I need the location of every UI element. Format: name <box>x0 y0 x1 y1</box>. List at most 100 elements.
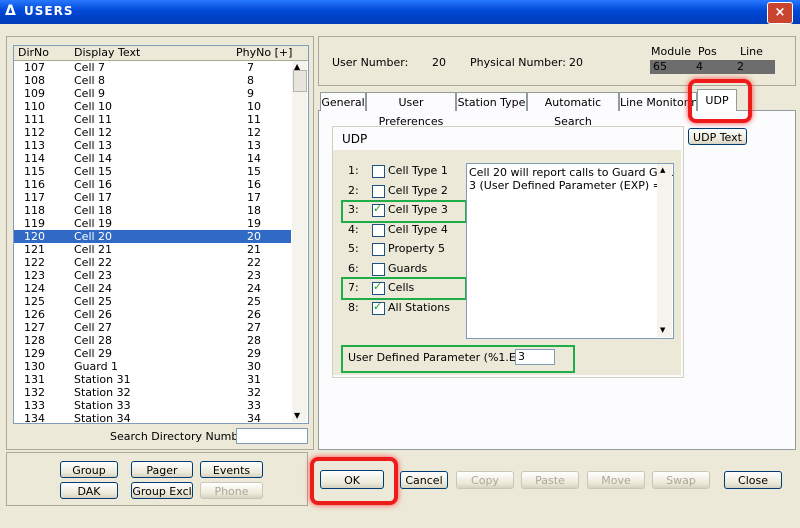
udp-item-label[interactable]: All Stations <box>388 301 450 314</box>
param-input[interactable]: 3 <box>515 349 555 365</box>
table-row[interactable]: 132 Station 32 32 <box>14 386 291 399</box>
paste-button[interactable]: Paste <box>521 471 579 489</box>
swap-button[interactable]: Swap <box>652 471 710 489</box>
header-dirno[interactable]: DirNo <box>18 46 49 59</box>
phone-button[interactable]: Phone <box>200 482 263 499</box>
cell-phyno: 19 <box>247 217 261 230</box>
ok-highlight <box>310 457 398 505</box>
udp-tab-highlight <box>688 79 752 123</box>
table-row[interactable]: 109 Cell 9 9 <box>14 87 291 100</box>
table-row[interactable]: 111 Cell 11 11 <box>14 113 291 126</box>
udp-checkbox[interactable] <box>372 262 385 276</box>
udp-checkbox[interactable] <box>372 165 385 178</box>
table-row[interactable]: 125 Cell 25 25 <box>14 295 291 308</box>
tab-automatic-search[interactable]: Automatic Search <box>527 92 619 128</box>
cell-phyno: 27 <box>247 321 261 334</box>
table-row[interactable]: 126 Cell 26 26 <box>14 308 291 321</box>
list-scrollbar[interactable]: ▲ ▼ <box>292 61 307 422</box>
udp-checkbox[interactable] <box>372 300 385 315</box>
cell-dirno: 122 <box>24 256 45 269</box>
pager-button[interactable]: Pager <box>131 461 193 478</box>
description-scrollbar[interactable]: ▲ ▼ <box>657 164 672 337</box>
tab-line-monitoring[interactable]: Line Monitoring <box>619 92 697 111</box>
table-row[interactable]: 112 Cell 12 12 <box>14 126 291 139</box>
cell-type-3-highlight <box>341 200 467 223</box>
cell-phyno: 11 <box>247 113 261 126</box>
table-row[interactable]: 122 Cell 22 22 <box>14 256 291 269</box>
cell-phyno: 20 <box>247 230 261 243</box>
module-value: 65 <box>650 60 693 74</box>
table-row[interactable]: 129 Cell 29 29 <box>14 347 291 360</box>
scroll-thumb[interactable] <box>293 70 307 92</box>
table-row[interactable]: 131 Station 31 31 <box>14 373 291 386</box>
table-row[interactable]: 123 Cell 23 23 <box>14 269 291 282</box>
cell-dirno: 127 <box>24 321 45 334</box>
cell-phyno: 8 <box>247 74 254 87</box>
udp-checkbox[interactable] <box>372 184 385 198</box>
cell-phyno: 28 <box>247 334 261 347</box>
table-row[interactable]: 117 Cell 17 17 <box>14 191 291 204</box>
search-directory-input[interactable] <box>236 428 308 444</box>
copy-button[interactable]: Copy <box>456 471 514 489</box>
header-phyno[interactable]: PhyNo [+] <box>236 46 292 59</box>
table-row[interactable]: 107 Cell 7 7 <box>14 61 291 74</box>
udp-item-label[interactable]: Cell Type 1 <box>388 164 448 177</box>
events-button[interactable]: Events <box>200 461 263 478</box>
close-button[interactable]: Close <box>724 471 782 489</box>
move-button[interactable]: Move <box>587 471 645 489</box>
desc-scroll-down-icon[interactable]: ▼ <box>660 326 665 334</box>
cell-display-text: Station 33 <box>74 399 131 412</box>
tab-user-preferences[interactable]: User Preferences <box>366 92 456 128</box>
title-bar[interactable]: Δ USERS × <box>0 0 800 24</box>
header-display-text[interactable]: Display Text <box>74 46 140 59</box>
cell-dirno: 118 <box>24 204 45 217</box>
group-excl-button[interactable]: Group Excl <box>131 482 193 499</box>
udp-item-label[interactable]: Guards <box>388 262 427 275</box>
udp-item-label[interactable]: Cell Type 2 <box>388 184 448 197</box>
cell-dirno: 110 <box>24 100 45 113</box>
directory-list[interactable]: DirNo Display Text PhyNo [+] 107 Cell 771… <box>13 45 309 424</box>
cell-display-text: Cell 24 <box>74 282 113 295</box>
table-row[interactable]: 115 Cell 15 15 <box>14 165 291 178</box>
table-row[interactable]: 127 Cell 27 27 <box>14 321 291 334</box>
table-row[interactable]: 120 Cell 20 20 <box>14 230 291 243</box>
table-row[interactable]: 118 Cell 18 18 <box>14 204 291 217</box>
table-row[interactable]: 128 Cell 28 28 <box>14 334 291 347</box>
cell-dirno: 132 <box>24 386 45 399</box>
desc-scroll-up-icon[interactable]: ▲ <box>660 166 665 174</box>
udp-item-label[interactable]: Cell Type 4 <box>388 223 448 236</box>
app-triangle-icon: Δ <box>5 3 16 19</box>
cancel-button[interactable]: Cancel <box>400 471 448 489</box>
table-row[interactable]: 134 Station 34 34 <box>14 412 291 423</box>
cell-dirno: 126 <box>24 308 45 321</box>
udp-checkbox[interactable] <box>372 243 385 256</box>
table-row[interactable]: 110 Cell 10 10 <box>14 100 291 113</box>
cell-phyno: 13 <box>247 139 261 152</box>
table-row[interactable]: 119 Cell 19 19 <box>14 217 291 230</box>
cell-display-text: Cell 13 <box>74 139 113 152</box>
cell-display-text: Cell 16 <box>74 178 113 191</box>
table-row[interactable]: 130 Guard 1 30 <box>14 360 291 373</box>
udp-description-box[interactable]: Cell 20 will report calls to Guard Group… <box>466 163 674 339</box>
table-row[interactable]: 113 Cell 13 13 <box>14 139 291 152</box>
scroll-down-arrow-icon[interactable]: ▼ <box>294 411 300 420</box>
udp-text-button[interactable]: UDP Text <box>688 128 747 145</box>
cell-dirno: 131 <box>24 373 45 386</box>
group-button[interactable]: Group <box>60 461 118 478</box>
table-row[interactable]: 124 Cell 24 24 <box>14 282 291 295</box>
cell-dirno: 125 <box>24 295 45 308</box>
close-window-button[interactable]: × <box>767 2 793 24</box>
table-row[interactable]: 121 Cell 21 21 <box>14 243 291 256</box>
table-row[interactable]: 114 Cell 14 14 <box>14 152 291 165</box>
cell-dirno: 114 <box>24 152 45 165</box>
tab-general[interactable]: General <box>320 92 366 111</box>
table-row[interactable]: 116 Cell 16 16 <box>14 178 291 191</box>
window-title: USERS <box>24 4 74 18</box>
cell-display-text: Cell 10 <box>74 100 113 113</box>
tab-station-type[interactable]: Station Type <box>456 92 527 111</box>
udp-checkbox[interactable] <box>372 223 385 237</box>
dak-button[interactable]: DAK <box>60 482 118 499</box>
table-row[interactable]: 133 Station 33 33 <box>14 399 291 412</box>
udp-item-label[interactable]: Property 5 <box>388 242 445 255</box>
table-row[interactable]: 108 Cell 8 8 <box>14 74 291 87</box>
